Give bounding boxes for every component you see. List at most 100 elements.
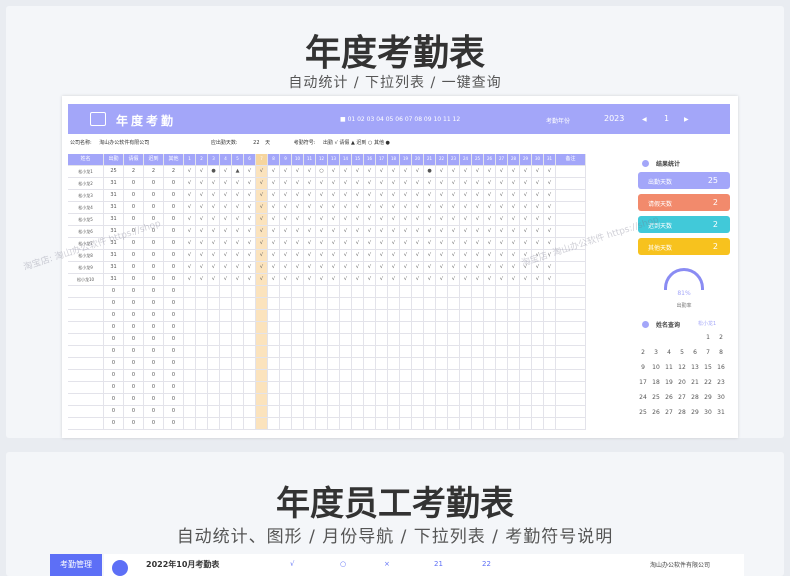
day-cell[interactable] [232,418,244,430]
day-cell[interactable] [244,382,256,394]
day-cell[interactable] [256,310,268,322]
day-cell[interactable] [520,370,532,382]
day-cell[interactable] [388,334,400,346]
day-cell[interactable] [400,322,412,334]
day-cell[interactable] [304,322,316,334]
day-cell[interactable]: √ [496,190,508,202]
day-cell[interactable]: √ [220,238,232,250]
day-cell[interactable] [460,298,472,310]
day-cell[interactable] [376,286,388,298]
day-cell[interactable]: √ [424,226,436,238]
day-cell[interactable]: √ [496,178,508,190]
day-cell[interactable] [196,346,208,358]
day-cell[interactable]: √ [268,262,280,274]
day-cell[interactable]: √ [412,166,424,178]
day-cell[interactable] [220,298,232,310]
day-cell[interactable]: √ [472,190,484,202]
day-cell[interactable]: √ [436,250,448,262]
day-cell[interactable]: √ [460,274,472,286]
day-cell[interactable]: √ [328,190,340,202]
day-cell[interactable] [184,394,196,406]
day-cell[interactable] [316,286,328,298]
day-cell[interactable] [256,358,268,370]
day-cell[interactable] [472,298,484,310]
day-cell[interactable]: √ [388,250,400,262]
day-cell[interactable] [412,298,424,310]
day-cell[interactable] [388,310,400,322]
day-cell[interactable] [184,382,196,394]
day-cell[interactable]: √ [304,274,316,286]
day-cell[interactable] [376,370,388,382]
day-cell[interactable] [256,298,268,310]
calendar-day[interactable]: 6 [690,349,700,356]
day-cell[interactable] [220,346,232,358]
day-cell[interactable]: √ [436,178,448,190]
day-cell[interactable] [256,382,268,394]
day-cell[interactable] [448,322,460,334]
day-cell[interactable]: √ [208,190,220,202]
day-cell[interactable]: √ [220,190,232,202]
day-cell[interactable]: √ [412,214,424,226]
day-cell[interactable] [544,394,556,406]
day-cell[interactable] [544,370,556,382]
day-cell[interactable] [436,322,448,334]
day-cell[interactable] [232,358,244,370]
day-cell[interactable]: √ [304,190,316,202]
day-cell[interactable]: √ [364,178,376,190]
day-cell[interactable] [196,394,208,406]
day-cell[interactable] [328,394,340,406]
day-cell[interactable] [532,346,544,358]
day-cell[interactable]: √ [328,166,340,178]
day-cell[interactable]: √ [448,274,460,286]
day-cell[interactable] [520,310,532,322]
day-cell[interactable]: √ [460,214,472,226]
day-cell[interactable] [424,346,436,358]
day-cell[interactable] [304,358,316,370]
day-cell[interactable]: √ [544,202,556,214]
day-cell[interactable] [460,406,472,418]
day-cell[interactable] [484,418,496,430]
day-cell[interactable] [376,346,388,358]
calendar-day[interactable]: 9 [638,364,648,371]
day-cell[interactable]: √ [484,190,496,202]
day-cell[interactable] [244,310,256,322]
day-cell[interactable]: √ [244,262,256,274]
day-cell[interactable] [352,334,364,346]
next-month-button[interactable]: ▶ [684,116,689,123]
day-cell[interactable] [484,406,496,418]
day-cell[interactable]: √ [400,262,412,274]
day-cell[interactable] [220,334,232,346]
day-cell[interactable]: √ [196,214,208,226]
day-cell[interactable]: √ [472,238,484,250]
day-cell[interactable]: √ [292,214,304,226]
day-cell[interactable] [400,418,412,430]
day-cell[interactable] [412,406,424,418]
day-cell[interactable] [364,406,376,418]
day-cell[interactable] [196,334,208,346]
day-cell[interactable]: √ [484,202,496,214]
day-cell[interactable]: √ [364,226,376,238]
day-cell[interactable]: √ [460,178,472,190]
day-cell[interactable]: √ [352,274,364,286]
calendar-day[interactable]: 24 [638,394,648,401]
day-cell[interactable] [292,322,304,334]
day-cell[interactable] [496,370,508,382]
day-cell[interactable]: √ [256,202,268,214]
day-cell[interactable] [292,286,304,298]
day-cell[interactable] [316,358,328,370]
day-cell[interactable] [304,310,316,322]
day-cell[interactable] [436,334,448,346]
day-cell[interactable] [508,382,520,394]
calendar-day[interactable]: 25 [651,394,661,401]
day-cell[interactable]: √ [280,262,292,274]
day-cell[interactable]: √ [436,166,448,178]
day-cell[interactable] [292,334,304,346]
day-cell[interactable] [256,286,268,298]
day-cell[interactable] [352,394,364,406]
calendar-day[interactable]: 27 [664,409,674,416]
day-cell[interactable]: √ [412,178,424,190]
day-cell[interactable] [448,334,460,346]
day-cell[interactable]: √ [232,178,244,190]
day-cell[interactable] [220,370,232,382]
day-cell[interactable] [532,286,544,298]
